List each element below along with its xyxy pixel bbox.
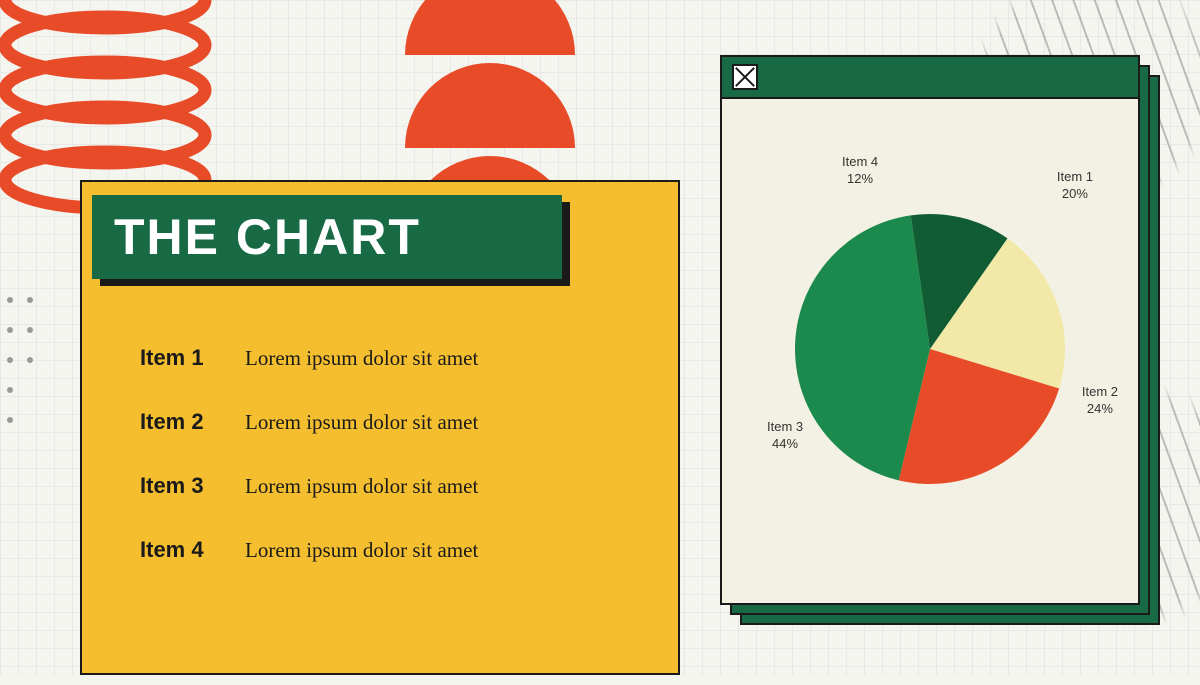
pie-slice-label: Item 412% — [842, 154, 878, 188]
item-desc: Lorem ipsum dolor sit amet — [245, 346, 478, 371]
window-header — [722, 57, 1138, 99]
list-item: Item 2 Lorem ipsum dolor sit amet — [140, 409, 640, 435]
item-label: Item 1 — [140, 345, 245, 371]
items-list: Item 1 Lorem ipsum dolor sit amet Item 2… — [140, 345, 640, 601]
list-item: Item 3 Lorem ipsum dolor sit amet — [140, 473, 640, 499]
title-bar: THE CHART — [92, 195, 562, 279]
item-label: Item 2 — [140, 409, 245, 435]
page-title: THE CHART — [114, 208, 421, 266]
pie-slice-label: Item 344% — [767, 419, 803, 453]
pie-slice-label: Item 120% — [1057, 169, 1093, 203]
chart-window-stack: Item 120% Item 224% Item 344% Item 412% — [720, 55, 1140, 605]
list-item: Item 1 Lorem ipsum dolor sit amet — [140, 345, 640, 371]
item-label: Item 3 — [140, 473, 245, 499]
list-item: Item 4 Lorem ipsum dolor sit amet — [140, 537, 640, 563]
pie-slice-label: Item 224% — [1082, 384, 1118, 418]
item-desc: Lorem ipsum dolor sit amet — [245, 538, 478, 563]
close-icon[interactable] — [732, 64, 758, 90]
item-desc: Lorem ipsum dolor sit amet — [245, 410, 478, 435]
pie-chart: Item 120% Item 224% Item 344% Item 412% — [722, 99, 1138, 599]
chart-window: Item 120% Item 224% Item 344% Item 412% — [720, 55, 1140, 605]
item-desc: Lorem ipsum dolor sit amet — [245, 474, 478, 499]
item-label: Item 4 — [140, 537, 245, 563]
